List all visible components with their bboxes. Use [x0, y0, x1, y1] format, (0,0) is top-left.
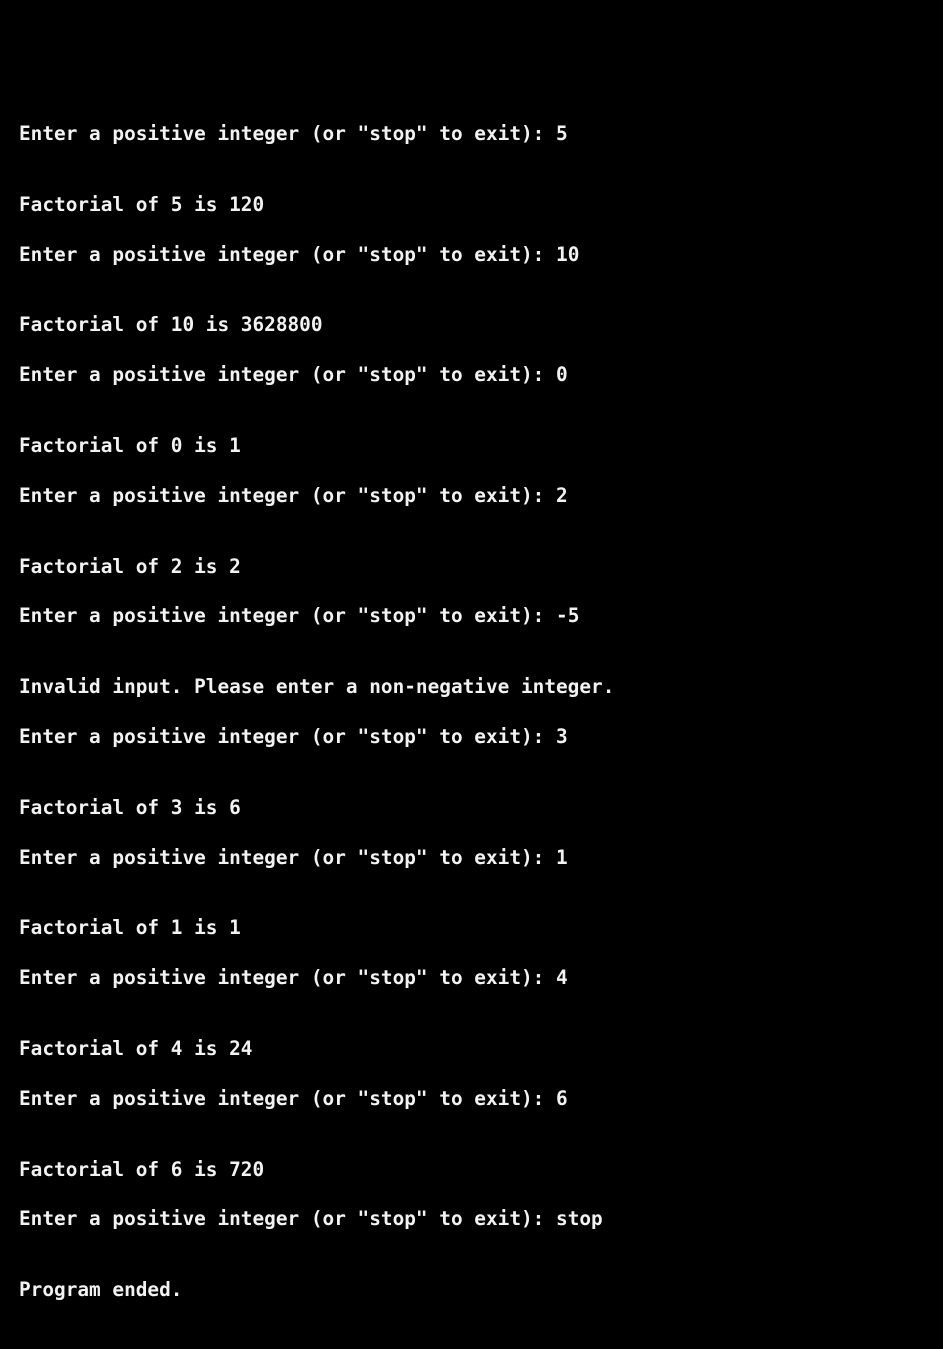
session-block: Enter a positive integer (or "stop" to e…: [19, 76, 943, 216]
user-input: 2: [556, 483, 568, 507]
prompt-line: Enter a positive integer (or "stop" to e…: [19, 484, 943, 509]
user-input: 10: [556, 242, 580, 266]
prompt-line: Enter a positive integer (or "stop" to e…: [19, 122, 943, 147]
prompt-line: Enter a positive integer (or "stop" to e…: [19, 725, 943, 750]
prompt-text: Enter a positive integer (or "stop" to e…: [19, 1207, 557, 1231]
prompt-text: Enter a positive integer (or "stop" to e…: [19, 242, 557, 266]
prompt-text: Enter a positive integer (or "stop" to e…: [19, 122, 557, 145]
prompt-line: Enter a positive integer (or "stop" to e…: [19, 363, 943, 388]
prompt-text: Enter a positive integer (or "stop" to e…: [19, 724, 557, 748]
prompt-text: Enter a positive integer (or "stop" to e…: [19, 363, 557, 387]
prompt-line: Enter a positive integer (or "stop" to e…: [19, 243, 943, 268]
prompt-line: Enter a positive integer (or "stop" to e…: [19, 846, 943, 871]
terminal-output[interactable]: Enter a positive integer (or "stop" to e…: [0, 0, 943, 1301]
user-input: 0: [556, 363, 568, 387]
user-input: 4: [556, 966, 568, 990]
prompt-text: Enter a positive integer (or "stop" to e…: [19, 483, 557, 507]
prompt-text: Enter a positive integer (or "stop" to e…: [19, 966, 557, 990]
user-input: stop: [556, 1207, 603, 1231]
user-input: 3: [556, 724, 568, 748]
prompt-text: Enter a positive integer (or "stop" to e…: [19, 845, 557, 869]
prompt-text: Enter a positive integer (or "stop" to e…: [19, 604, 557, 628]
user-input: 1: [556, 845, 568, 869]
user-input: 5: [556, 122, 568, 145]
prompt-text: Enter a positive integer (or "stop" to e…: [19, 1086, 557, 1110]
prompt-line: Enter a positive integer (or "stop" to e…: [19, 1087, 943, 1112]
user-input: 6: [556, 1086, 568, 1110]
prompt-line: Enter a positive integer (or "stop" to e…: [19, 966, 943, 991]
user-input: -5: [556, 604, 580, 628]
prompt-line: Enter a positive integer (or "stop" to e…: [19, 604, 943, 629]
prompt-line: Enter a positive integer (or "stop" to e…: [19, 1207, 943, 1232]
program-ended-line: Program ended.: [19, 1278, 183, 1302]
